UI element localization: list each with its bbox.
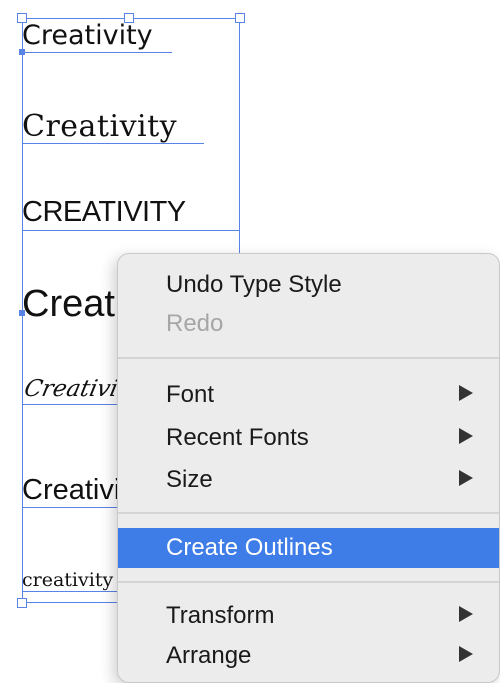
menu-item-create-outlines[interactable]: Create Outlines <box>118 528 499 568</box>
text-baseline <box>22 52 172 53</box>
text-baseline <box>22 404 118 405</box>
context-menu: Undo Type Style Redo Font Recent Fonts S… <box>117 253 500 683</box>
submenu-arrow-icon <box>459 470 473 486</box>
menu-separator <box>118 357 499 359</box>
text-baseline <box>22 230 240 231</box>
text-anchor-point <box>19 310 25 316</box>
submenu-arrow-icon <box>459 606 473 622</box>
menu-item-undo-type-style[interactable]: Undo Type Style <box>118 266 499 303</box>
submenu-arrow-icon <box>459 646 473 662</box>
menu-item-arrange[interactable]: Arrange <box>118 637 499 674</box>
menu-item-size[interactable]: Size <box>118 461 499 498</box>
menu-item-label: Undo Type Style <box>166 271 342 298</box>
menu-item-label: Size <box>166 466 213 493</box>
text-baseline <box>22 507 118 508</box>
resize-handle-top-right[interactable] <box>235 13 245 23</box>
menu-separator <box>118 581 499 583</box>
menu-item-label: Transform <box>166 602 275 629</box>
resize-handle-bottom-left[interactable] <box>17 598 27 608</box>
menu-item-transform[interactable]: Transform <box>118 597 499 634</box>
text-sample-7[interactable]: creativity <box>22 571 113 590</box>
text-baseline <box>22 143 204 144</box>
menu-item-redo: Redo <box>118 305 499 342</box>
text-sample-2[interactable]: Creativity <box>22 112 177 142</box>
text-baseline <box>22 591 118 592</box>
text-sample-3[interactable]: CREATIVITY <box>22 198 186 227</box>
text-anchor-point <box>19 49 25 55</box>
menu-item-label: Font <box>166 381 215 408</box>
text-sample-1[interactable]: Creativity <box>22 22 153 49</box>
menu-item-label: Recent Fonts <box>166 424 309 451</box>
menu-item-label: Redo <box>166 310 224 337</box>
submenu-arrow-icon <box>459 428 473 444</box>
menu-item-font[interactable]: Font <box>118 376 499 413</box>
menu-separator <box>118 512 499 514</box>
submenu-arrow-icon <box>459 385 473 401</box>
menu-item-label: Create Outlines <box>166 534 333 561</box>
menu-item-label: Arrange <box>166 642 252 669</box>
menu-item-recent-fonts[interactable]: Recent Fonts <box>118 419 499 456</box>
